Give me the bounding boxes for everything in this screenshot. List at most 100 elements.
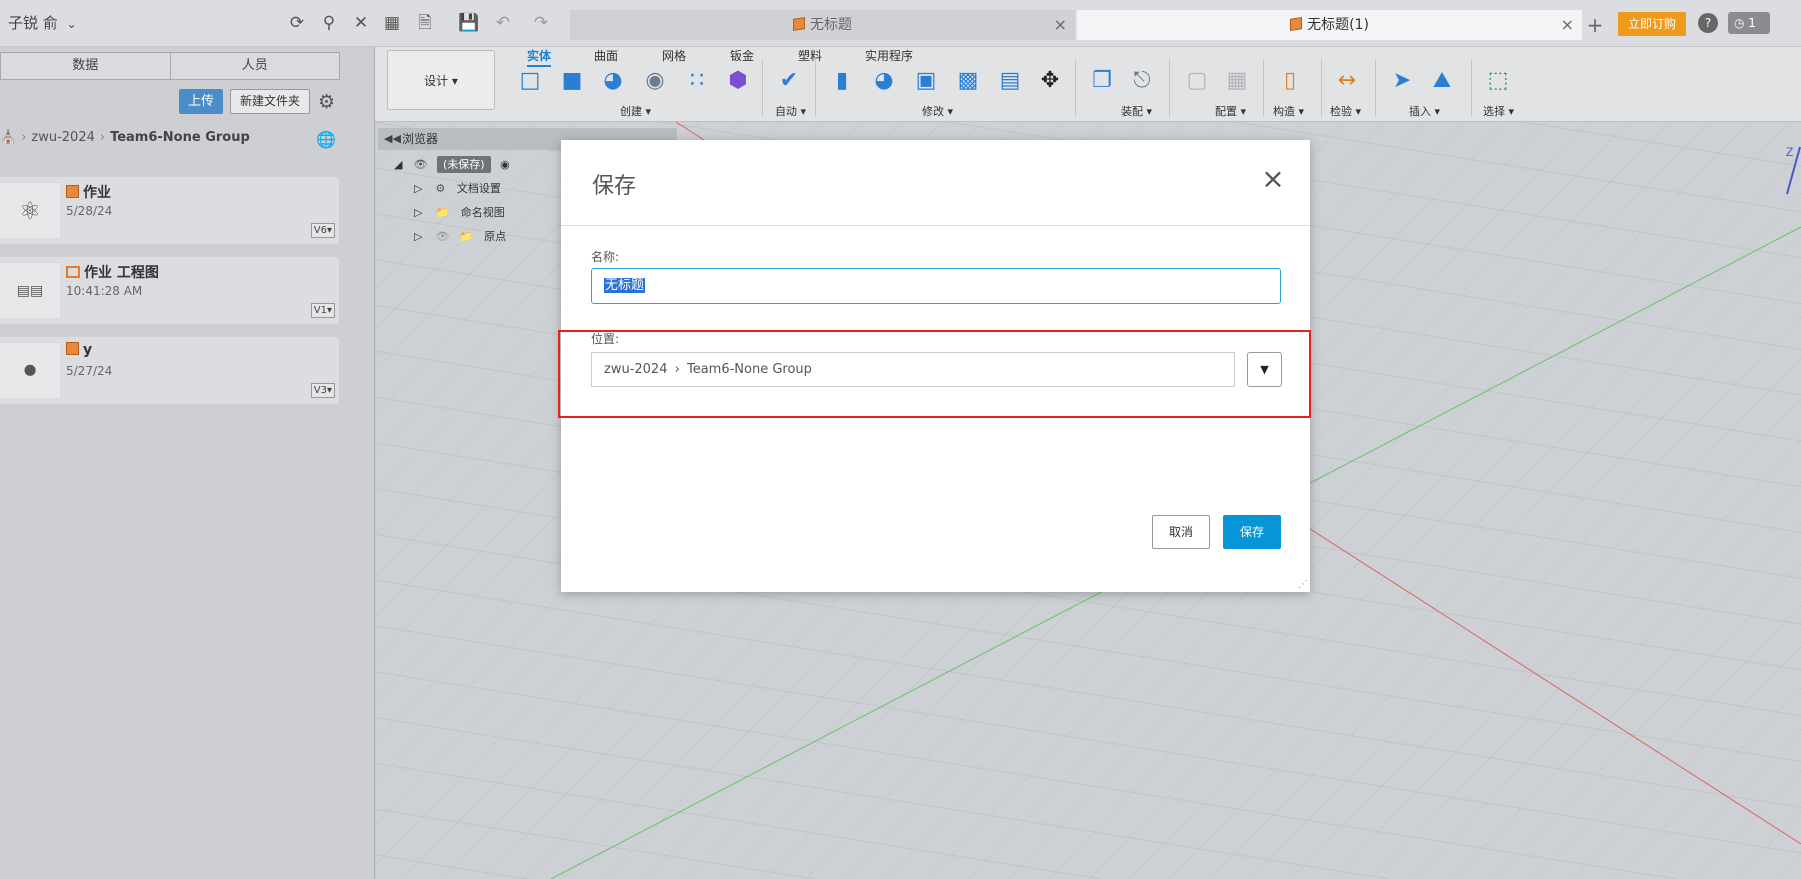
group-name: 插入 <box>1409 105 1431 118</box>
folder-icon: 📁 <box>458 230 473 243</box>
job-status-button[interactable]: ◷ 1 <box>1728 12 1770 34</box>
ribbon-tab-mesh[interactable]: 网格 <box>662 47 686 64</box>
view-cube-axis-z: Z <box>1786 145 1793 159</box>
select-box-icon[interactable]: ⬚ <box>1481 63 1515 97</box>
grid-menu-icon[interactable]: ▦ <box>381 12 403 34</box>
group-label-automate[interactable]: 自动 ▾ <box>775 103 806 119</box>
version-badge[interactable]: V3▾ <box>310 383 335 398</box>
ribbon-tab-sheet-metal[interactable]: 钣金 <box>730 47 754 64</box>
upload-button[interactable]: 上传 <box>179 89 223 114</box>
shell-icon[interactable]: ▣ <box>909 63 943 97</box>
globe-icon[interactable]: 🌐 <box>316 130 336 149</box>
file-item[interactable]: ▤▤ 作业 工程图 10:41:28 AM V1▾ <box>0 257 339 324</box>
extrude-icon[interactable]: ■ <box>555 63 589 97</box>
user-menu[interactable]: 子锐 俞 ⌄ <box>8 12 77 33</box>
group-name: 创建 <box>620 105 642 118</box>
redo-icon[interactable]: ↷ <box>530 12 552 34</box>
home-icon[interactable]: ⛪ <box>0 130 16 145</box>
file-item[interactable]: ⚫ y 5/27/24 V3▾ <box>0 337 339 404</box>
group-label-inspect[interactable]: 检验 ▾ <box>1330 103 1361 119</box>
browser-root-node[interactable]: ◢ 👁 (未保存) ◉ <box>394 154 510 176</box>
tab-people[interactable]: 人员 <box>169 53 339 79</box>
tree-item-label: 文档设置 <box>456 182 501 195</box>
breadcrumb-item-project[interactable]: zwu-2024 <box>31 130 94 145</box>
measure-icon[interactable]: ↔ <box>1330 63 1364 97</box>
gear-icon[interactable]: ⚙ <box>318 91 335 113</box>
activate-radio-icon[interactable]: ◉ <box>500 158 510 171</box>
document-tab-untitled[interactable]: 无标题 × <box>570 10 1075 40</box>
group-label-configure[interactable]: 配置 ▾ <box>1215 103 1246 119</box>
location-field[interactable]: zwu-2024 › Team6-None Group <box>591 352 1235 387</box>
hole-icon[interactable]: ◉ <box>638 63 672 97</box>
file-menu-icon[interactable]: 🗎 <box>414 12 436 34</box>
version-badge[interactable]: V1▾ <box>310 303 335 318</box>
location-project: zwu-2024 <box>604 362 668 377</box>
joint-icon[interactable]: ⎋ <box>1125 63 1159 97</box>
group-label-assemble[interactable]: 装配 ▾ <box>1121 103 1152 119</box>
search-icon[interactable]: ⚲ <box>318 12 340 34</box>
expand-triangle-icon[interactable]: ▷ <box>414 226 424 248</box>
browser-item-origin[interactable]: ▷ 👁 📁 原点 <box>414 226 506 248</box>
browser-item-document-settings[interactable]: ▷ ⚙ 文档设置 <box>414 178 501 200</box>
create-sketch-icon[interactable]: □ <box>513 63 547 97</box>
version-badge[interactable]: V6▾ <box>310 223 335 238</box>
new-folder-button[interactable]: 新建文件夹 <box>230 89 310 114</box>
version-label: V6 <box>313 225 327 236</box>
group-label-insert[interactable]: 插入 ▾ <box>1409 103 1440 119</box>
file-item[interactable]: ⚛ 作业 5/28/24 V6▾ <box>0 177 339 244</box>
close-icon[interactable]: × <box>1258 164 1288 194</box>
configure-icon[interactable]: ▢ <box>1180 63 1214 97</box>
location-dropdown-button[interactable]: ▼ <box>1247 352 1282 387</box>
resize-grip-icon[interactable]: ⋰ <box>1298 579 1308 590</box>
eye-hidden-icon[interactable]: 👁 <box>436 230 450 243</box>
name-input[interactable]: 无标题 <box>591 268 1281 304</box>
group-divider <box>1471 59 1472 117</box>
fillet-icon[interactable]: ◕ <box>867 63 901 97</box>
workspace-switcher[interactable]: 设计 ▾ <box>387 50 495 110</box>
group-label-modify[interactable]: 修改 ▾ <box>922 103 953 119</box>
move-icon[interactable]: ✥ <box>1033 63 1067 97</box>
group-label-select[interactable]: 选择 ▾ <box>1483 103 1514 119</box>
file-thumbnail: ⚫ <box>0 343 60 398</box>
browser-item-named-views[interactable]: ▷ 📁 命名视图 <box>414 202 505 224</box>
insert-derive-icon[interactable]: ➤ <box>1385 63 1419 97</box>
tab-data[interactable]: 数据 <box>1 53 170 79</box>
ribbon-tab-surface[interactable]: 曲面 <box>594 47 618 64</box>
group-label-construct[interactable]: 构造 ▾ <box>1273 103 1304 119</box>
offset-face-icon[interactable]: ▤ <box>993 63 1027 97</box>
eye-icon[interactable]: 👁 <box>414 158 428 171</box>
expand-triangle-icon[interactable]: ▷ <box>414 202 424 224</box>
close-tab-icon[interactable]: × <box>1561 10 1574 40</box>
form-icon[interactable]: ⬢ <box>721 63 755 97</box>
collapse-triangle-icon[interactable]: ◢ <box>394 154 404 176</box>
insert-canvas-icon[interactable]: ⛰ <box>1425 63 1459 97</box>
collapse-icon[interactable]: ◀◀ <box>384 128 401 150</box>
close-panel-icon[interactable]: ✕ <box>350 12 372 34</box>
undo-icon[interactable]: ↶ <box>492 12 514 34</box>
automate-icon[interactable]: ✔ <box>772 63 806 97</box>
ribbon-tab-plastic[interactable]: 塑料 <box>798 47 822 64</box>
ribbon-tab-utilities[interactable]: 实用程序 <box>865 47 913 64</box>
breadcrumb-item-folder[interactable]: Team6-None Group <box>110 130 250 145</box>
configure-table-icon[interactable]: ▦ <box>1220 63 1254 97</box>
revolve-icon[interactable]: ◕ <box>596 63 630 97</box>
press-pull-icon[interactable]: ▮ <box>825 63 859 97</box>
document-tab-untitled-1[interactable]: 无标题(1) × <box>1077 10 1582 40</box>
file-name: 作业 工程图 <box>84 265 159 281</box>
close-tab-icon[interactable]: × <box>1054 10 1067 40</box>
drawing-file-icon <box>66 266 80 278</box>
offset-plane-icon[interactable]: ▯ <box>1273 63 1307 97</box>
pattern-icon[interactable]: ∷ <box>680 63 714 97</box>
new-tab-icon[interactable]: + <box>1584 14 1606 36</box>
subscribe-button[interactable]: 立即订购 <box>1618 12 1686 36</box>
combine-icon[interactable]: ▩ <box>951 63 985 97</box>
save-icon[interactable]: 💾 <box>458 12 480 34</box>
group-label-create[interactable]: 创建 ▾ <box>620 103 651 119</box>
group-name: 修改 <box>922 105 944 118</box>
cancel-button[interactable]: 取消 <box>1152 515 1210 549</box>
save-button[interactable]: 保存 <box>1223 515 1281 549</box>
new-component-icon[interactable]: ❐ <box>1085 63 1119 97</box>
help-icon[interactable]: ? <box>1698 13 1718 33</box>
refresh-icon[interactable]: ⟳ <box>286 12 308 34</box>
expand-triangle-icon[interactable]: ▷ <box>414 178 424 200</box>
